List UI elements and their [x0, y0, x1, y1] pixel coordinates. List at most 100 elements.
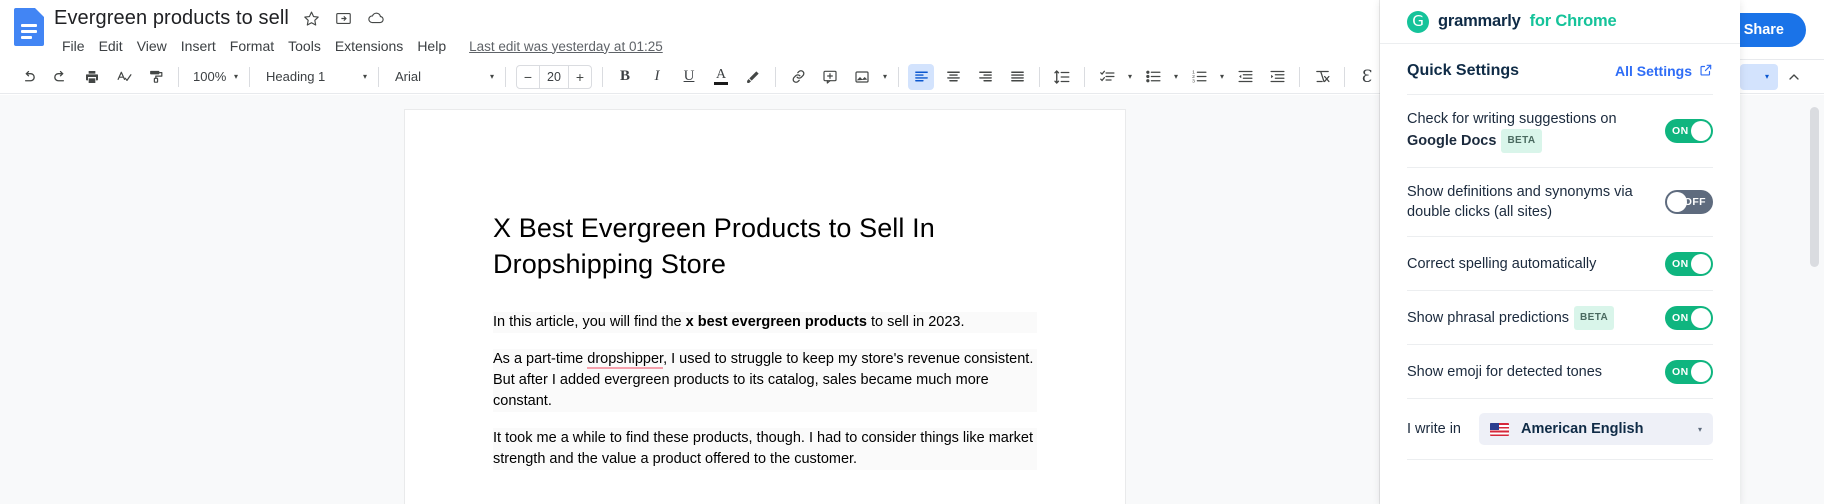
language-dropdown[interactable]: American English ▾	[1479, 413, 1713, 445]
text-color-button[interactable]: A	[708, 64, 734, 90]
app-window: Evergreen products to sell File Edit Vie…	[0, 0, 1824, 504]
line-spacing-button[interactable]	[1049, 64, 1075, 90]
insert-image-icon[interactable]	[849, 64, 875, 90]
vertical-scrollbar-thumb[interactable]	[1810, 107, 1819, 267]
setting-row-show-phrasal-predictions: Show phrasal predictions BETA ON	[1407, 290, 1713, 344]
paragraph-style-value: Heading 1	[266, 69, 326, 84]
menu-tools[interactable]: Tools	[281, 35, 328, 57]
align-left-button[interactable]	[908, 63, 934, 90]
toggle-show-definitions-synonyms[interactable]: OFF	[1665, 190, 1713, 214]
toggle-show-emoji-detected-tones[interactable]: ON	[1665, 359, 1713, 384]
grammarly-spelling-suggestion[interactable]: dropshipper	[587, 351, 664, 369]
insert-link-icon[interactable]	[785, 64, 811, 90]
italic-icon: I	[654, 68, 660, 84]
cloud-saved-icon[interactable]	[363, 5, 389, 31]
numbered-list-chevron-down-icon[interactable]: ▾	[1215, 64, 1229, 90]
toolbar-divider	[775, 66, 776, 87]
beta-badge: BETA	[1574, 305, 1615, 330]
paragraph-style-dropdown[interactable]: Heading 1 ▾	[258, 64, 372, 90]
add-comment-icon[interactable]	[817, 64, 843, 90]
undo-icon[interactable]	[15, 64, 41, 90]
setting-row-show-emoji-detected-tones: Show emoji for detected tones ON	[1407, 344, 1713, 398]
font-family-dropdown[interactable]: Arial ▾	[387, 64, 499, 90]
document-title[interactable]: Evergreen products to sell	[54, 5, 293, 32]
italic-button[interactable]: I	[644, 64, 670, 90]
all-settings-link[interactable]: All Settings	[1615, 63, 1713, 80]
setting-label-text: Show emoji for detected tones	[1407, 363, 1603, 380]
underline-button[interactable]: U	[676, 64, 702, 90]
checklist-button[interactable]	[1094, 64, 1120, 90]
quick-settings-title: Quick Settings	[1407, 62, 1520, 79]
zoom-dropdown[interactable]: 100% ▾	[185, 64, 243, 90]
share-label: Share	[1743, 22, 1784, 38]
bold-button[interactable]: B	[612, 64, 638, 90]
menu-view[interactable]: View	[130, 35, 174, 57]
move-to-folder-icon[interactable]	[331, 5, 357, 31]
toggle-knob	[1691, 361, 1711, 382]
header-divider	[1740, 59, 1824, 60]
last-edit-status[interactable]: Last edit was yesterday at 01:25	[469, 39, 663, 54]
toggle-check-writing-suggestions[interactable]: ON	[1665, 119, 1713, 143]
font-size-input[interactable]: 20	[539, 65, 569, 88]
document-paragraph[interactable]: It took me a while to find these product…	[493, 428, 1037, 470]
toggle-knob	[1691, 253, 1711, 274]
bulleted-list-button[interactable]	[1140, 64, 1166, 90]
checklist-chevron-down-icon[interactable]: ▾	[1123, 64, 1137, 90]
paragraph-text: As a part-time	[493, 351, 588, 367]
align-justify-button[interactable]	[1004, 64, 1030, 90]
svg-text:3: 3	[1192, 78, 1195, 84]
paint-format-icon[interactable]	[143, 64, 169, 90]
insert-image-chevron-down-icon[interactable]: ▾	[878, 64, 892, 90]
hide-menus-button[interactable]	[1781, 64, 1807, 90]
numbered-list-button[interactable]: 123	[1186, 64, 1212, 90]
star-icon[interactable]	[299, 5, 325, 31]
setting-label-text: Show phrasal predictions	[1407, 309, 1570, 326]
paragraph-bold-text: x best evergreen products	[685, 314, 867, 330]
toolbar-divider	[1299, 66, 1300, 87]
toolbar-divider	[178, 66, 179, 87]
text-color-icon: A	[715, 66, 727, 82]
grammarly-toolbar-button[interactable]: Ɛ	[1354, 64, 1380, 90]
setting-label: Check for writing suggestions on Google …	[1407, 109, 1653, 153]
increase-indent-button[interactable]	[1264, 64, 1290, 90]
document-paragraph[interactable]: In this article, you will find the x bes…	[493, 312, 1037, 333]
menu-format[interactable]: Format	[223, 35, 281, 57]
align-right-button[interactable]	[972, 64, 998, 90]
menu-help[interactable]: Help	[410, 35, 453, 57]
toggle-knob	[1691, 121, 1711, 141]
font-size-decrease-button[interactable]: −	[517, 66, 539, 88]
document-heading[interactable]: X Best Evergreen Products to Sell In Dro…	[493, 210, 1037, 282]
menu-edit[interactable]: Edit	[92, 35, 130, 57]
google-docs-icon[interactable]	[14, 8, 44, 46]
align-center-button[interactable]	[940, 64, 966, 90]
toolbar-divider	[505, 66, 506, 87]
chevron-down-icon: ▾	[362, 72, 367, 81]
beta-badge: BETA	[1501, 129, 1542, 153]
editing-mode-dropdown[interactable]: ▾	[1740, 63, 1778, 90]
menu-file[interactable]: File	[55, 35, 92, 57]
grammarly-logo-glyph: G	[1412, 11, 1424, 30]
document-body[interactable]: X Best Evergreen Products to Sell In Dro…	[405, 110, 1125, 470]
redo-icon[interactable]	[47, 64, 73, 90]
chevron-down-icon: ▾	[489, 72, 494, 81]
font-size-increase-button[interactable]: +	[569, 66, 591, 88]
toggle-correct-spelling-automatically[interactable]: ON	[1665, 251, 1713, 276]
document-page[interactable]: X Best Evergreen Products to Sell In Dro…	[405, 110, 1125, 504]
bulleted-list-chevron-down-icon[interactable]: ▾	[1169, 64, 1183, 90]
menu-extensions[interactable]: Extensions	[328, 35, 410, 57]
paragraph-text: It took me a while to find these product…	[493, 430, 1034, 467]
clear-formatting-button[interactable]	[1309, 64, 1335, 90]
menu-insert[interactable]: Insert	[174, 35, 223, 57]
setting-label: Correct spelling automatically	[1407, 254, 1653, 274]
setting-label-bold: Google Docs	[1407, 133, 1497, 149]
highlight-color-button[interactable]	[740, 64, 766, 90]
all-settings-label: All Settings	[1614, 63, 1692, 79]
toolbar-divider	[1344, 66, 1345, 87]
document-paragraph[interactable]: As a part-time dropshipper, I used to st…	[493, 349, 1037, 412]
spellcheck-icon[interactable]	[111, 64, 137, 90]
print-icon[interactable]	[79, 64, 105, 90]
decrease-indent-button[interactable]	[1232, 64, 1258, 90]
setting-row-check-writing-suggestions: Check for writing suggestions on Google …	[1407, 94, 1713, 167]
language-row: I write in American English ▾	[1407, 398, 1713, 459]
toggle-show-phrasal-predictions[interactable]: ON	[1665, 305, 1713, 330]
